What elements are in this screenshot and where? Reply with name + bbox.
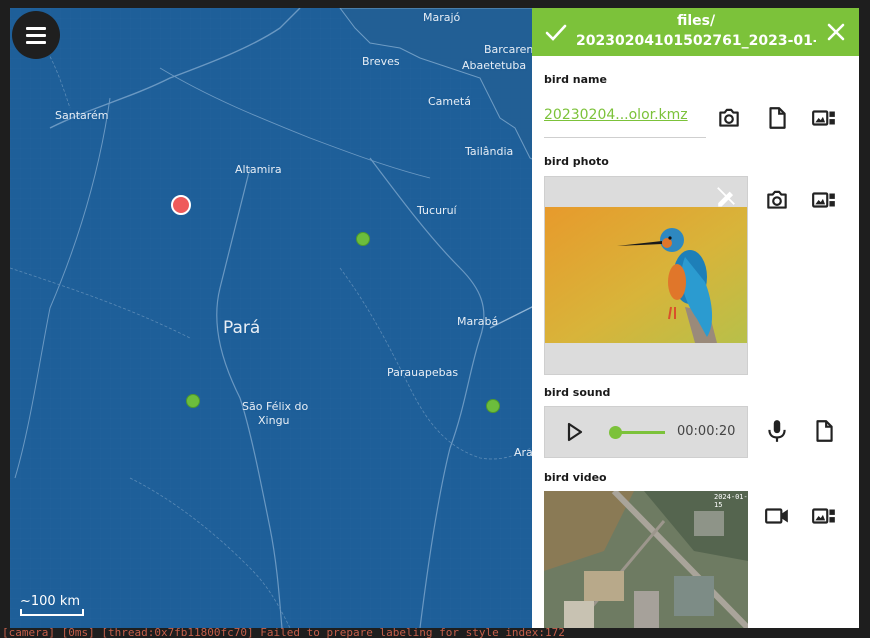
hamburger-icon [26,26,46,30]
place-label: Marajó [423,11,461,24]
terminal-top-strip [0,0,870,8]
place-label: Ara [514,446,533,459]
bird-name-file-link[interactable]: 20230204...olor.kmz [544,107,706,123]
region-label: Pará [223,318,261,338]
file-link-underline [544,137,706,138]
microphone-icon[interactable] [764,418,790,444]
video-timestamp: 2024-01-15 [714,493,748,509]
place-label: Breves [362,55,400,68]
place-label: Marabá [457,315,499,328]
place-label: Altamira [235,163,282,176]
file-icon[interactable] [811,418,837,444]
place-label: Santarém [55,109,109,122]
place-label: Xingu [258,414,290,427]
menu-button[interactable] [12,11,60,59]
scale-label: ~100 km [20,594,81,609]
field-label-bird-sound: bird sound [544,386,611,399]
bird-photo-preview[interactable] [544,176,748,375]
audio-player: 00:00:20 [544,406,748,458]
audio-progress-knob[interactable] [609,426,622,439]
close-icon[interactable] [824,20,848,44]
feature-form-panel: files/ 20230204101502761_2023-01-... bir… [532,8,859,628]
kingfisher-photo [545,207,747,343]
terminal-right-strip [859,0,870,638]
terminal-left-strip [0,0,10,638]
place-label: Parauapebas [387,366,459,379]
file-icon[interactable] [764,105,790,131]
panel-title: files/ 20230204101502761_2023-01-... [576,11,816,51]
panel-title-line1: files/ [676,13,716,29]
map-marker-green[interactable] [356,232,370,246]
camera-icon[interactable] [716,105,742,131]
terminal-log-line: [camera] [0ms] [thread:0x7fb11800fc70] F… [2,628,565,638]
terminal-bottom-strip: [camera] [0ms] [thread:0x7fb11800fc70] F… [0,628,870,638]
field-label-bird-photo: bird photo [544,155,609,168]
place-label: São Félix do [242,400,309,413]
panel-title-line2: 20230204101502761_2023-01-... [576,33,816,49]
map-scale: ~100 km [20,594,84,616]
camera-icon[interactable] [764,187,790,213]
audio-progress-track[interactable] [615,431,665,434]
map-marker-green[interactable] [486,399,500,413]
confirm-check-icon[interactable] [544,20,568,44]
audio-duration: 00:00:20 [677,424,736,439]
aerial-video-frame [544,491,748,628]
map-view[interactable]: Marajó Barcarena Abaetetuba Breves Camet… [10,8,550,628]
edit-off-icon[interactable] [715,185,737,207]
gallery-icon[interactable] [811,105,837,131]
field-label-bird-name: bird name [544,73,607,86]
bird-video-preview[interactable]: 2024-01-15 [544,491,748,628]
scale-bar [20,609,84,616]
gallery-icon[interactable] [811,187,837,213]
video-camera-icon[interactable] [764,503,790,529]
place-label: Tucuruí [417,204,457,217]
field-label-bird-video: bird video [544,471,607,484]
panel-header: files/ 20230204101502761_2023-01-... [532,8,859,56]
screen: [camera] [0ms] [thread:0x7fb11800fc70] F… [0,0,870,638]
place-label: Abaetetuba [462,59,527,72]
place-label: Tailândia [465,145,514,158]
map-marker-green[interactable] [186,394,200,408]
place-label: Cametá [428,95,471,108]
map-marker-red[interactable] [171,195,191,215]
play-icon[interactable] [567,422,583,442]
gallery-icon[interactable] [811,503,837,529]
